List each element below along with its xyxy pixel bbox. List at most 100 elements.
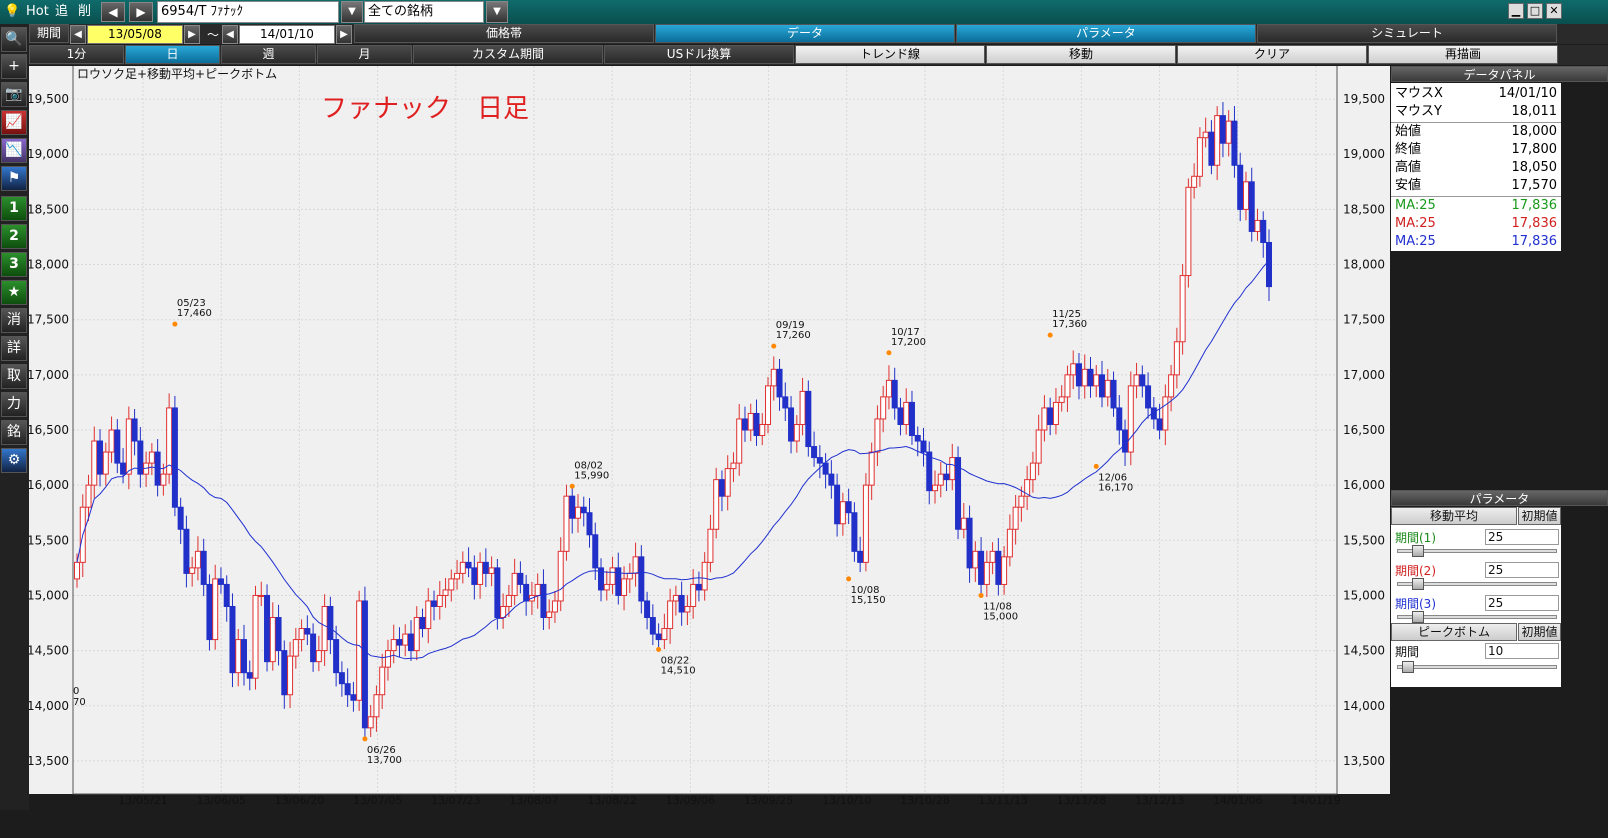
symbol-input[interactable]: 6954/T ﾌｧﾅｯｸ [157,1,339,23]
candle-body [621,578,628,596]
data-value: 18,000 [1511,124,1558,139]
ma-period-input[interactable]: 25 [1485,529,1559,545]
chart-area[interactable]: 13,500 13,500 14,000 14,000 14,500 14,500 15,0… [27,66,1390,807]
saku-button[interactable]: 削 [78,2,91,22]
x-tick-label: 14/01/06 [1213,794,1262,807]
sidebar-search-icon[interactable]: 🔍 [1,27,27,52]
next-symbol-button[interactable]: ▶ [129,2,153,22]
candle-body [788,407,795,442]
ma-period-input[interactable]: 25 [1485,562,1559,578]
tab-redraw[interactable]: 再描画 [1368,45,1558,64]
pb-period-input[interactable]: 10 [1485,643,1559,659]
sidebar-star-icon[interactable]: ★ [1,280,27,305]
slider-knob[interactable] [1412,611,1424,623]
candle-body [845,501,852,514]
candle-body [494,567,501,619]
prev-symbol-button[interactable]: ◀ [101,2,125,22]
universe-select[interactable]: 全ての銘柄 [364,1,484,23]
tsui-button[interactable]: 追 [55,2,68,22]
minimize-button[interactable]: ▁ [1508,3,1524,19]
hot-button[interactable]: Hot [26,2,49,22]
tab-usd-convert[interactable]: USドル換算 [604,45,794,64]
sidebar-mei[interactable]: 銘 [1,420,27,445]
candle-body [384,650,391,668]
ma-period-slider[interactable] [1397,611,1557,623]
slider-knob[interactable] [1412,545,1424,557]
candlestick-chart[interactable]: 13,500 13,500 14,000 14,000 14,500 14,500 15,0… [27,66,1390,810]
pb-slider-knob[interactable] [1402,661,1414,673]
to-prev-button[interactable]: ◀ [222,25,238,44]
tab-daily[interactable]: 日 [125,45,220,64]
sidebar-shou[interactable]: 消 [1,308,27,333]
ma-period-slider[interactable] [1397,578,1557,590]
sidebar-two[interactable]: 2 [1,224,27,249]
close-button[interactable]: ✕ [1546,3,1562,19]
ma-reset-button[interactable]: 初期値 [1518,507,1561,525]
sidebar-shou2[interactable]: 詳 [1,336,27,361]
bulb-icon[interactable]: 💡 [4,2,20,22]
candle-body [615,567,622,596]
candle-body [747,412,754,431]
tab-data[interactable]: データ [655,24,955,43]
tab-simulate[interactable]: シミュレート [1257,24,1557,43]
pb-period-slider[interactable] [1397,661,1557,673]
sidebar-gear-icon[interactable]: ⚙ [1,448,27,473]
sidebar-one[interactable]: 1 [1,196,27,221]
tab-1min[interactable]: 1分 [29,45,124,64]
universe-dropdown-icon[interactable]: ▼ [486,1,508,23]
sidebar-chart-purple-icon[interactable]: 📉 [1,138,27,163]
pb-reset-button[interactable]: 初期値 [1518,623,1561,641]
candle-body [1219,115,1226,144]
data-value: 17,836 [1511,198,1558,213]
candle-body [1208,131,1215,166]
sidebar-crosshair-icon[interactable]: + [1,54,27,79]
tab-weekly[interactable]: 週 [221,45,316,64]
sidebar-three[interactable]: 3 [1,252,27,277]
candle-body [983,561,990,585]
tab-parameter[interactable]: パラメータ [956,24,1256,43]
candle-body [413,617,420,652]
tab-move[interactable]: 移動 [986,45,1176,64]
candle-body [1058,396,1065,403]
candle-body [1173,341,1180,376]
from-date-input[interactable]: 13/05/08 [87,25,183,44]
x-tick-label: 14/01/19 [1291,794,1340,807]
sidebar-chikara[interactable]: 力 [1,392,27,417]
data-value: 17,570 [1511,178,1558,193]
maximize-button[interactable]: □ [1527,3,1543,19]
bottom-timeline[interactable] [0,810,1608,838]
sidebar-tori[interactable]: 取 [1,364,27,389]
peak-value-label: 17,460 [177,308,212,319]
candle-body [816,457,823,464]
from-prev-button[interactable]: ◀ [70,25,86,44]
candle-body [880,396,887,420]
from-next-button[interactable]: ▶ [184,25,200,44]
ma-period-input[interactable]: 25 [1485,595,1559,611]
candle-body [586,512,593,536]
candle-body [235,639,242,674]
symbol-dropdown-icon[interactable]: ▼ [341,1,363,23]
peak-bottom-title: ピークボトム [1391,623,1517,641]
candle-body [632,556,639,574]
tab-trendline[interactable]: トレンド線 [795,45,985,64]
ma-period-label: 期間(1) [1395,531,1436,545]
candle-body [120,462,127,475]
tab-custom-period[interactable]: カスタム期間 [413,45,603,64]
x-tick-label: 13/09/25 [744,794,793,807]
ma-period-slider[interactable] [1397,545,1557,557]
candle-body [240,639,247,674]
tab-monthly[interactable]: 月 [317,45,412,64]
candle-body [108,429,115,453]
to-date-input[interactable]: 14/01/10 [239,25,335,44]
tab-clear[interactable]: クリア [1177,45,1367,64]
tab-price-band[interactable]: 価格帯 [354,24,654,43]
candle-body [390,639,397,652]
data-row: 安値 17,570 [1391,177,1561,195]
ma-section-title: 移動平均 [1391,507,1517,525]
data-row: マウスY 18,011 [1391,103,1561,121]
sidebar-chart-line-icon[interactable]: 📈 [1,110,27,135]
sidebar-camera-icon[interactable]: 📷 [1,82,27,107]
to-next-button[interactable]: ▶ [336,25,352,44]
slider-knob[interactable] [1412,578,1424,590]
sidebar-flag-icon[interactable]: ⚑ [1,166,27,191]
